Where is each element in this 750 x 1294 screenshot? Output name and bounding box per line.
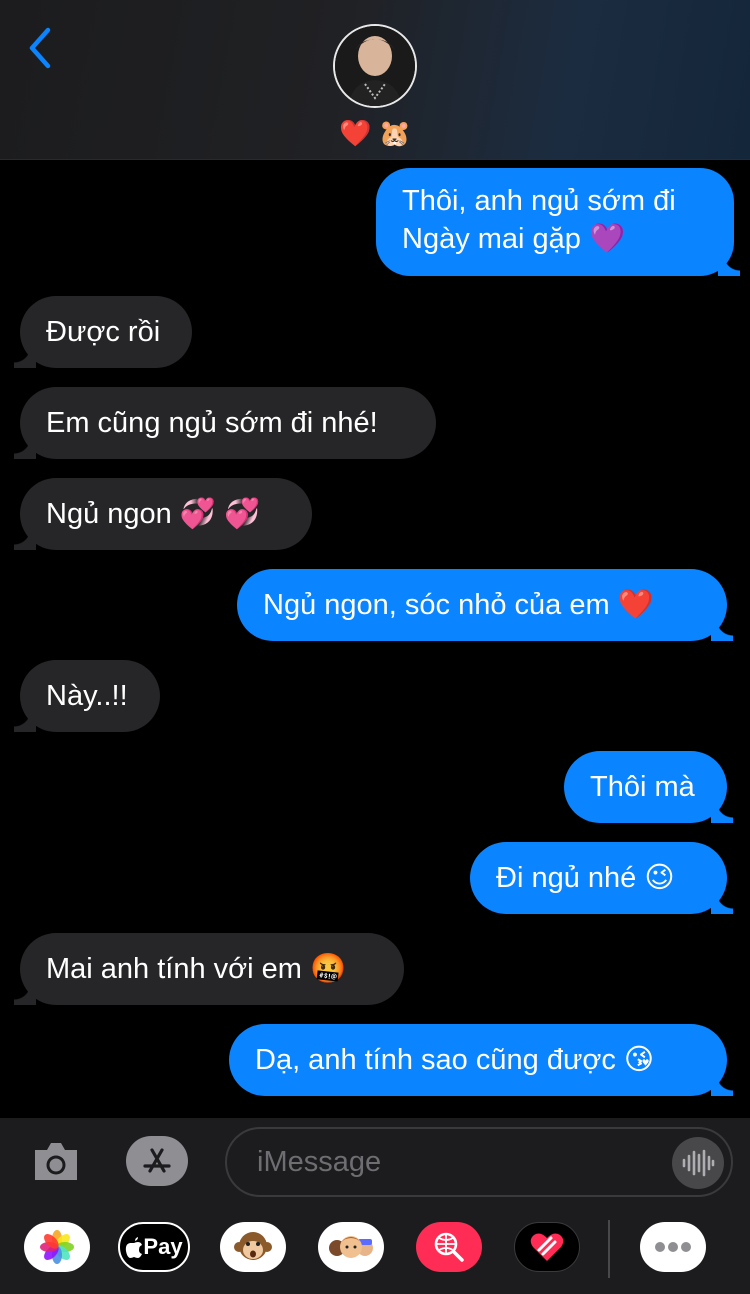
chevron-left-icon	[29, 27, 51, 69]
heart-touch-icon	[530, 1233, 564, 1261]
app-store-button[interactable]	[126, 1136, 188, 1186]
conversation-header: ❤️ 🐹	[0, 0, 750, 160]
apple-pay-label: Pay	[143, 1234, 183, 1259]
apple-logo-icon	[126, 1237, 143, 1258]
message-text: Mai anh tính với em 🤬	[46, 953, 347, 985]
photos-app-button[interactable]	[24, 1222, 90, 1272]
photos-icon	[40, 1230, 74, 1264]
monkey-icon	[234, 1232, 272, 1260]
message-text: Thôi mà	[590, 771, 695, 803]
audio-message-button[interactable]	[672, 1137, 724, 1189]
contact-photo	[335, 26, 415, 106]
message-text: Này..!!	[46, 680, 128, 712]
message-text: Em cũng ngủ sớm đi nhé!	[46, 407, 378, 439]
ellipsis-icon	[655, 1242, 691, 1252]
message-bubble-received[interactable]: Được rồi	[14, 296, 192, 368]
message-bubble-received[interactable]: Em cũng ngủ sớm đi nhé!	[14, 387, 436, 459]
animoji-app-button[interactable]	[220, 1222, 286, 1272]
message-input[interactable]: iMessage	[225, 1127, 733, 1197]
message-text: Dạ, anh tính sao cũng được 😘	[255, 1044, 655, 1076]
message-bubble-sent[interactable]: Đi ngủ nhé 😉	[470, 842, 733, 914]
waveform-icon	[682, 1149, 715, 1177]
app-store-icon	[143, 1148, 171, 1173]
more-apps-button[interactable]	[640, 1222, 706, 1272]
message-bubble-received[interactable]: Ngủ ngon 💞 💞	[14, 478, 312, 550]
message-line: Ngày mai gặp 💜	[402, 223, 626, 255]
message-line: Thôi, anh ngủ sớm đi	[402, 185, 676, 217]
message-bubble-received[interactable]: Mai anh tính với em 🤬	[14, 933, 404, 1005]
camera-button[interactable]	[30, 1136, 82, 1186]
globe-search-icon	[434, 1232, 464, 1262]
digital-touch-app-button[interactable]	[514, 1222, 580, 1272]
compose-bar: iMessage	[0, 1118, 750, 1206]
apple-pay-button[interactable]: Pay	[118, 1222, 190, 1272]
memoji-icon	[329, 1236, 373, 1258]
message-text: Ngủ ngon 💞 💞	[46, 498, 261, 530]
back-button[interactable]	[18, 24, 62, 72]
drawer-divider	[608, 1220, 610, 1278]
contact-name[interactable]: ❤️ 🐹	[0, 116, 750, 150]
message-bubble-sent[interactable]: Dạ, anh tính sao cũng được 😘	[229, 1024, 733, 1096]
search-images-app-button[interactable]	[416, 1222, 482, 1272]
message-bubble-sent[interactable]: Thôi, anh ngủ sớm đi Ngày mai gặp 💜	[376, 168, 740, 276]
message-text: Đi ngủ nhé 😉	[496, 862, 675, 894]
message-bubble-received[interactable]: Này..!!	[14, 660, 160, 732]
memoji-app-button[interactable]	[318, 1222, 384, 1272]
message-text: Được rồi	[46, 316, 161, 348]
app-drawer: Pay	[0, 1206, 750, 1294]
contact-avatar[interactable]	[333, 24, 417, 108]
message-bubble-sent[interactable]: Thôi mà	[564, 751, 733, 823]
camera-icon	[35, 1143, 77, 1180]
message-bubble-sent[interactable]: Ngủ ngon, sóc nhỏ của em ❤️	[237, 569, 733, 641]
message-text: Ngủ ngon, sóc nhỏ của em ❤️	[263, 589, 654, 621]
